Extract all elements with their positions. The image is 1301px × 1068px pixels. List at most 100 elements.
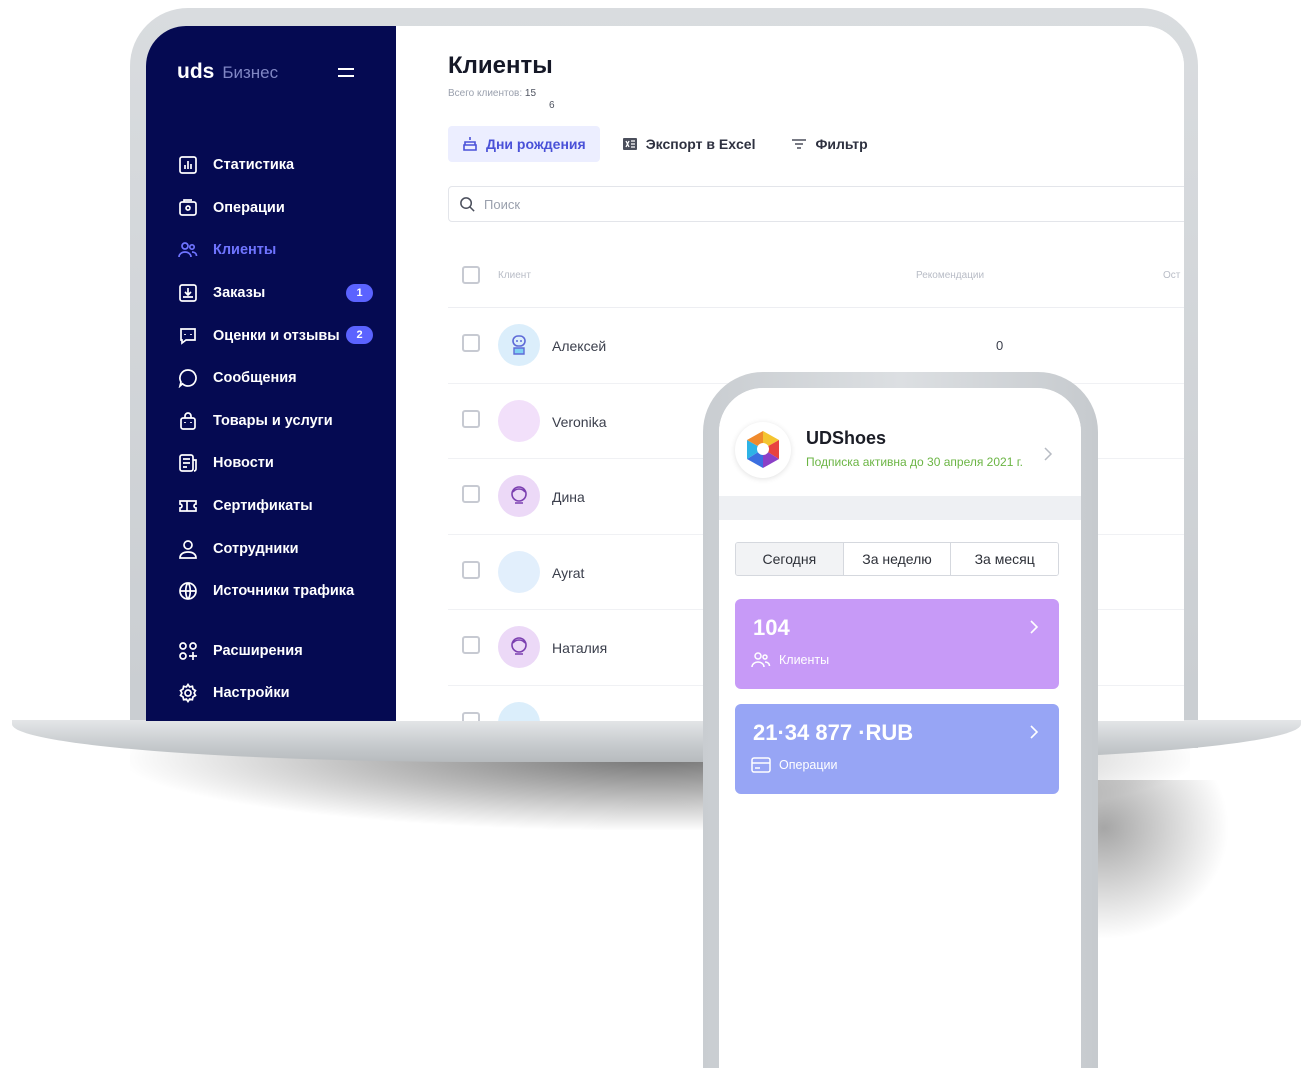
sidebar-item-label: Сообщения — [213, 370, 297, 387]
client-name: Наталия — [552, 640, 608, 656]
total-value-line1: 15 — [524, 88, 537, 99]
divider — [719, 496, 1081, 520]
stage: uds Бизнес Статистика Операции Клиенты З… — [0, 0, 1301, 1068]
period-month[interactable]: За месяц — [951, 543, 1058, 575]
grid-plus-icon — [177, 640, 199, 662]
sidebar-item-label: Расширения — [213, 642, 303, 659]
column-recommendations[interactable]: Рекомендации — [916, 270, 984, 281]
robot-icon — [498, 324, 540, 366]
filter-button[interactable]: Фильтр — [777, 126, 881, 162]
orders-badge: 1 — [346, 283, 373, 302]
ticket-icon — [177, 495, 199, 517]
sidebar-item-settings[interactable]: Настройки — [177, 672, 373, 715]
sidebar-item-label: Товары и услуги — [213, 412, 333, 429]
face-icon — [498, 626, 540, 668]
period-week[interactable]: За неделю — [843, 543, 952, 575]
client-name: Алексей — [552, 338, 607, 354]
news-icon — [177, 452, 199, 474]
sidebar-item-label: Заказы — [213, 285, 266, 302]
person-icon — [177, 538, 199, 560]
table-header: Клиент Рекомендации Ост — [448, 262, 1184, 308]
globe-icon — [177, 580, 199, 602]
users-icon — [177, 239, 199, 261]
column-client[interactable]: Клиент — [498, 270, 531, 281]
sidebar-nav: Статистика Операции Клиенты Заказы 1 Оце… — [177, 144, 373, 715]
gear-icon — [177, 682, 199, 704]
total-clients: Всего клиентов: 15 6 — [448, 88, 555, 112]
menu-icon[interactable] — [338, 68, 354, 78]
period-selector: Сегодня За неделю За месяц — [735, 542, 1059, 576]
sidebar-item-clients[interactable]: Клиенты — [177, 229, 373, 272]
clients-card-label: Клиенты — [751, 651, 829, 669]
avatar — [498, 399, 540, 442]
chevron-right-icon — [1030, 620, 1039, 634]
sidebar-item-label: Настройки — [213, 685, 290, 702]
export-excel-button[interactable]: Экспорт в Excel — [608, 126, 770, 162]
operations-card[interactable]: 21·34 877 ·RUB Операции — [735, 704, 1059, 794]
sidebar-item-extensions[interactable]: Расширения — [177, 630, 373, 673]
sidebar-item-label: Источники трафика — [213, 583, 355, 600]
cake-icon — [463, 137, 477, 151]
sidebar-item-orders[interactable]: Заказы 1 — [177, 272, 373, 315]
company-header[interactable]: UDShoes Подписка активна до 30 апреля 20… — [719, 388, 1081, 496]
phone-screen: UDShoes Подписка активна до 30 апреля 20… — [719, 388, 1081, 1068]
row-checkbox[interactable] — [462, 711, 480, 721]
brand-logo: uds — [177, 60, 215, 83]
sidebar-item-traffic-sources[interactable]: Источники трафика — [177, 570, 373, 613]
sidebar: uds Бизнес Статистика Операции Клиенты З… — [146, 26, 396, 721]
client-name: Veronika — [552, 413, 607, 430]
birthdays-button[interactable]: Дни рождения — [448, 126, 600, 162]
clients-label: Клиенты — [779, 653, 830, 667]
chevron-right-icon — [1030, 725, 1039, 739]
sidebar-item-reviews[interactable]: Оценки и отзывы 2 — [177, 314, 373, 357]
sidebar-item-products[interactable]: Товары и услуги — [177, 400, 373, 443]
filter-icon — [792, 139, 807, 149]
card-icon — [751, 757, 771, 773]
brand-subtitle: Бизнес — [222, 63, 279, 82]
operations-card-label: Операции — [751, 756, 837, 774]
select-all-checkbox[interactable] — [462, 266, 480, 284]
column-balance[interactable]: Ост — [1163, 270, 1180, 281]
chevron-right-icon[interactable] — [1043, 446, 1053, 462]
robot-icon — [498, 701, 540, 721]
chart-icon — [177, 154, 199, 176]
users-icon — [751, 652, 771, 668]
search-input[interactable] — [484, 196, 1084, 212]
reviews-badge: 2 — [346, 326, 373, 345]
row-checkbox[interactable] — [462, 409, 480, 428]
row-checkbox[interactable] — [462, 334, 480, 352]
excel-icon — [622, 138, 637, 150]
client-recommendations: 0 — [996, 338, 1004, 353]
sidebar-item-operations[interactable]: Операции — [177, 187, 373, 230]
sidebar-item-label: Новости — [213, 455, 274, 472]
row-checkbox[interactable] — [462, 636, 480, 654]
chat-icon — [177, 367, 199, 389]
face-icon — [498, 475, 540, 517]
operations-value: 21·34 877 ·RUB — [753, 720, 914, 745]
operations-label: Операции — [779, 758, 838, 772]
row-checkbox[interactable] — [462, 485, 480, 503]
period-today[interactable]: Сегодня — [736, 543, 844, 575]
sidebar-item-statistics[interactable]: Статистика — [177, 144, 373, 187]
clients-card[interactable]: 104 Клиенты — [735, 599, 1059, 689]
page-title: Клиенты — [448, 52, 553, 79]
sidebar-item-messages[interactable]: Сообщения — [177, 357, 373, 400]
search-field[interactable] — [448, 186, 1184, 222]
bag-icon — [177, 410, 199, 432]
client-name: Ayrat — [552, 564, 585, 581]
search-icon — [460, 196, 475, 212]
brand[interactable]: uds Бизнес — [177, 60, 278, 84]
clients-value: 104 — [753, 615, 790, 640]
subscription-status: Подписка активна до 30 апреля 2021 г. — [806, 455, 1023, 469]
row-checkbox[interactable] — [462, 560, 480, 579]
sidebar-item-news[interactable]: Новости — [177, 442, 373, 485]
operations-icon — [177, 197, 199, 219]
filter-label: Фильтр — [815, 136, 868, 152]
sidebar-item-employees[interactable]: Сотрудники — [177, 527, 373, 570]
sidebar-item-label: Клиенты — [213, 242, 277, 259]
sidebar-item-label: Статистика — [213, 157, 295, 174]
birthdays-label: Дни рождения — [486, 136, 586, 152]
sidebar-item-label: Операции — [213, 199, 285, 216]
sidebar-item-certificates[interactable]: Сертификаты — [177, 485, 373, 528]
toolbar: Дни рождения Экспорт в Excel Фильтр — [448, 126, 882, 162]
